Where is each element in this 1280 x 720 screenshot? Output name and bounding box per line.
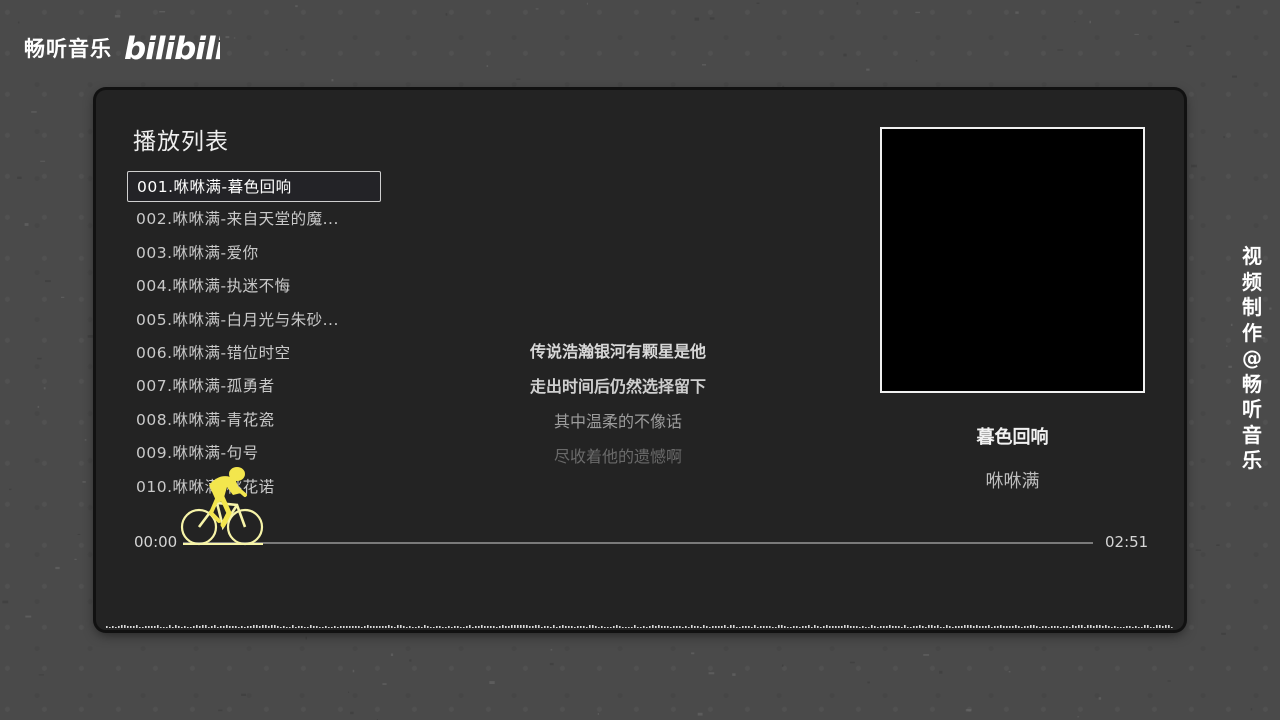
vertical-credit: 视频制作 @ 畅听音乐 — [1238, 244, 1266, 474]
credit-char: 作 — [1242, 320, 1262, 345]
playlist-title: 播放列表 — [133, 129, 229, 155]
now-playing-title: 暮色回响 — [976, 427, 1049, 448]
lyrics-panel: 传说浩瀚银河有颗星是他 走出时间后仍然选择留下 其中温柔的不像话 尽收着他的遗憾… — [488, 337, 748, 477]
credit-char: 频 — [1242, 269, 1262, 294]
playlist-item[interactable]: 007.咻咻满-孤勇者 — [127, 371, 381, 402]
current-time: 00:00 — [134, 533, 178, 551]
lyric-line: 走出时间后仍然选择留下 — [529, 377, 706, 396]
total-time: 02:51 — [1105, 533, 1149, 551]
progress-bar[interactable] — [183, 542, 1093, 544]
now-playing-artist: 咻咻满 — [985, 471, 1040, 492]
brand-name: 畅听音乐 — [24, 37, 112, 61]
credit-char: 视 — [1242, 244, 1262, 268]
credit-char: @ — [1242, 346, 1262, 370]
cyclist-icon[interactable] — [179, 465, 267, 547]
credit-char: 乐 — [1242, 448, 1262, 472]
playlist-item[interactable]: 005.咻咻满-白月光与朱砂... — [127, 305, 381, 336]
lyric-line: 传说浩瀚银河有颗星是他 — [529, 342, 706, 361]
credit-char: 制 — [1242, 295, 1262, 319]
playlist-item[interactable]: 003.咻咻满-爱你 — [127, 238, 381, 269]
credit-char: 听 — [1242, 397, 1262, 421]
playlist-item[interactable]: 001.咻咻满-暮色回响 — [127, 171, 381, 202]
bilibili-logo-icon: bilibili — [122, 28, 220, 68]
bilibili-logo-text: bilibili — [124, 31, 220, 67]
audio-waveform — [106, 625, 1173, 628]
lyric-line: 尽收着他的遗憾啊 — [553, 447, 682, 466]
lyric-line: 其中温柔的不像话 — [553, 412, 682, 431]
credit-char: 畅 — [1242, 371, 1262, 396]
album-cover — [880, 127, 1145, 393]
playlist-item[interactable]: 006.咻咻满-错位时空 — [127, 338, 381, 369]
playlist-item[interactable]: 004.咻咻满-执迷不悔 — [127, 271, 381, 302]
playlist-item[interactable]: 008.咻咻满-青花瓷 — [127, 405, 381, 436]
playlist-item[interactable]: 002.咻咻满-来自天堂的魔... — [127, 204, 381, 235]
credit-char: 音 — [1242, 422, 1262, 447]
brand-header: 畅听音乐 bilibili — [24, 26, 220, 70]
background: 畅听音乐 bilibili 视频制作 @ 畅听音乐 播放列表 001.咻咻满-暮色回… — [0, 0, 1280, 720]
player-panel: 播放列表 001.咻咻满-暮色回响 002.咻咻满-来自天堂的魔... 003.咻咻… — [96, 90, 1184, 630]
playlist: 001.咻咻满-暮色回响 002.咻咻满-来自天堂的魔... 003.咻咻满-爱你 0… — [127, 171, 387, 505]
